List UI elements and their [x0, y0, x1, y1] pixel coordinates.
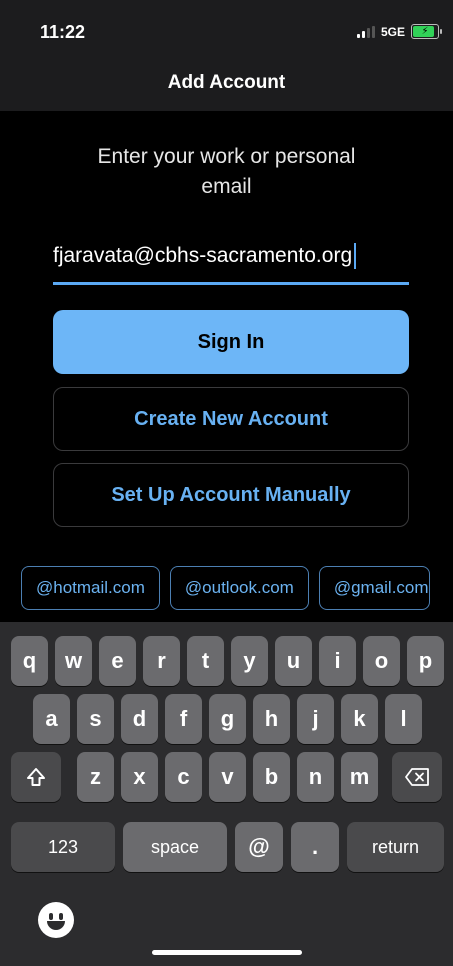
key-x[interactable]: x — [121, 752, 158, 802]
backspace-icon — [405, 768, 429, 786]
key-h[interactable]: h — [253, 694, 290, 744]
top-bar: 11:22 5GE ⚡ Add Account — [0, 0, 453, 111]
network-type: 5GE — [380, 24, 405, 39]
key-i[interactable]: i — [319, 636, 356, 686]
key-d[interactable]: d — [121, 694, 158, 744]
email-prompt: Enter your work or personal email — [97, 145, 356, 198]
numbers-key[interactable]: 123 — [11, 822, 115, 872]
create-account-button[interactable]: Create New Account — [53, 387, 409, 451]
key-l[interactable]: l — [385, 694, 422, 744]
key-u[interactable]: u — [275, 636, 312, 686]
text-caret — [354, 243, 357, 269]
domain-suggestions: @hotmail.com @outlook.com @gmail.com — [21, 566, 453, 612]
manual-setup-button[interactable]: Set Up Account Manually — [53, 463, 409, 527]
emoji-icon[interactable] — [38, 902, 74, 938]
battery-charging-icon: ⚡ — [411, 24, 442, 39]
return-key[interactable]: return — [347, 822, 444, 872]
shift-icon — [27, 768, 45, 786]
key-a[interactable]: a — [33, 694, 70, 744]
key-o[interactable]: o — [363, 636, 400, 686]
key-v[interactable]: v — [209, 752, 246, 802]
key-p[interactable]: p — [407, 636, 444, 686]
key-c[interactable]: c — [165, 752, 202, 802]
email-field[interactable]: fjaravata@cbhs-sacramento.org — [53, 230, 409, 285]
key-y[interactable]: y — [231, 636, 268, 686]
page-title: Add Account — [167, 72, 286, 93]
dot-key[interactable]: . — [291, 822, 339, 872]
home-indicator[interactable] — [152, 950, 302, 955]
delete-key[interactable] — [392, 752, 442, 802]
sign-in-button[interactable]: Sign In — [53, 310, 409, 374]
key-k[interactable]: k — [341, 694, 378, 744]
key-b[interactable]: b — [253, 752, 290, 802]
suggestion-hotmail[interactable]: @hotmail.com — [21, 566, 160, 610]
key-t[interactable]: t — [187, 636, 224, 686]
suggestion-gmail[interactable]: @gmail.com — [318, 566, 430, 610]
status-indicators: 5GE ⚡ — [356, 24, 442, 39]
key-f[interactable]: f — [165, 694, 202, 744]
key-n[interactable]: n — [297, 752, 334, 802]
key-z[interactable]: z — [77, 752, 114, 802]
space-key[interactable]: space — [123, 822, 227, 872]
shift-key[interactable] — [11, 752, 61, 802]
key-r[interactable]: r — [143, 636, 180, 686]
key-m[interactable]: m — [341, 752, 378, 802]
at-key[interactable]: @ — [235, 822, 283, 872]
key-e[interactable]: e — [99, 636, 136, 686]
key-w[interactable]: w — [55, 636, 92, 686]
cellular-signal-icon — [356, 25, 375, 38]
key-s[interactable]: s — [77, 694, 114, 744]
status-time: 11:22 — [40, 22, 86, 42]
key-g[interactable]: g — [209, 694, 246, 744]
key-j[interactable]: j — [297, 694, 334, 744]
key-q[interactable]: q — [11, 636, 48, 686]
email-value: fjaravata@cbhs-sacramento.org — [53, 244, 353, 267]
suggestion-outlook[interactable]: @outlook.com — [169, 566, 309, 610]
